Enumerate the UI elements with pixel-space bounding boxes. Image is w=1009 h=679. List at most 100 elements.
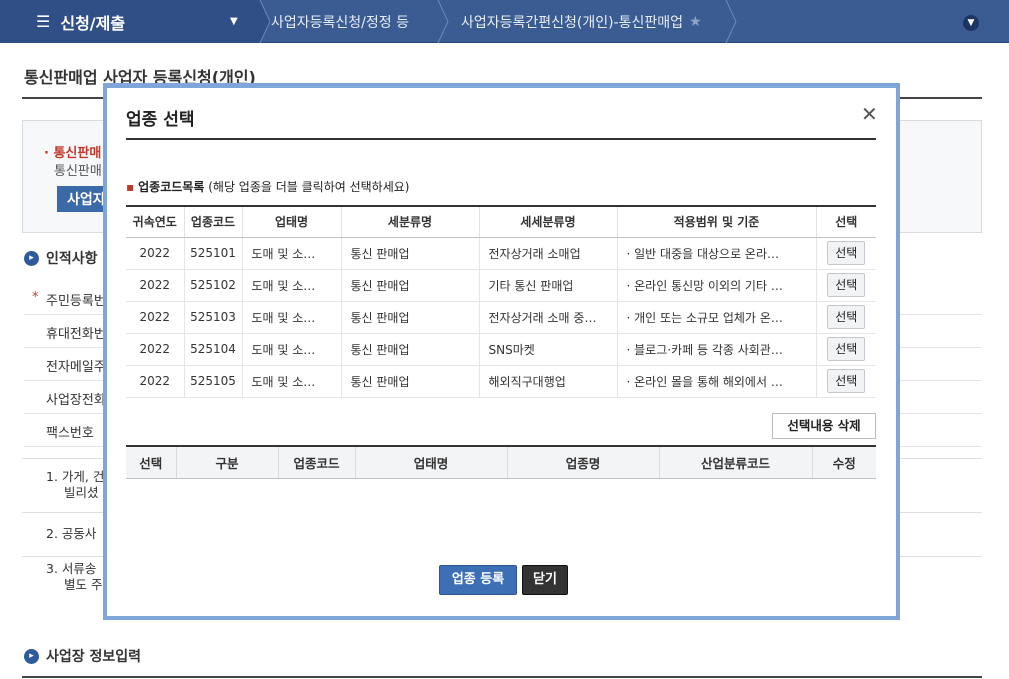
arrow-circle-icon: ▸ bbox=[24, 648, 39, 664]
cell-code: 525102 bbox=[183, 269, 242, 302]
column-header: 선택 bbox=[815, 206, 876, 238]
hamburger-icon: ☰ bbox=[36, 12, 51, 31]
breadcrumb-item[interactable]: 사업자등록신청/정정 등 bbox=[271, 0, 409, 43]
required-mark: * bbox=[32, 290, 39, 305]
cell-subsub: 해외직구대행업 bbox=[478, 365, 617, 398]
chevron-down-icon[interactable]: ▼ bbox=[963, 15, 979, 31]
section-title: 사업장 정보입력 bbox=[46, 649, 142, 665]
select-button[interactable]: 선택 bbox=[827, 369, 866, 393]
table-header-row: 귀속연도 업종코드 업태명 세분류명 세세분류명 적용범위 및 기준 선택 bbox=[126, 206, 876, 238]
caret-down-icon: ▼ bbox=[230, 16, 238, 27]
cell-type: 도매 및 소… bbox=[241, 301, 341, 334]
cell-type: 도매 및 소… bbox=[241, 237, 341, 270]
cell-type: 도매 및 소… bbox=[241, 365, 341, 398]
menu-dropdown[interactable]: ☰ 신청/제출 ▼ bbox=[0, 0, 252, 43]
cell-subsub: 기타 통신 판매업 bbox=[478, 269, 617, 302]
column-header: 구분 bbox=[175, 446, 278, 479]
table-row[interactable]: 2022 525103 도매 및 소… 통신 판매업 전자상거래 소매 중… ·… bbox=[126, 301, 876, 334]
close-icon[interactable]: ✕ bbox=[861, 104, 878, 124]
breadcrumb-item-current[interactable]: 사업자등록간편신청(개인)-통신판매업 ★ bbox=[461, 0, 702, 43]
table-row[interactable]: 2022 525101 도매 및 소… 통신 판매업 전자상거래 소매업 · 일… bbox=[126, 237, 876, 270]
table-row[interactable]: 2022 525105 도매 및 소… 통신 판매업 해외직구대행업 · 온라인… bbox=[126, 365, 876, 398]
section-personal: ▸ 인적사항 bbox=[24, 248, 98, 268]
select-button[interactable]: 선택 bbox=[827, 241, 866, 265]
industry-code-table: 귀속연도 업종코드 업태명 세분류명 세세분류명 적용범위 및 기준 선택 20… bbox=[126, 205, 876, 398]
table-header-row: 선택 구분 업종코드 업태명 업종명 산업분류코드 수정 bbox=[126, 446, 876, 479]
guide-item: 3. 서류송 bbox=[46, 561, 97, 576]
field-label: 사업장전화 bbox=[46, 393, 106, 408]
column-header: 적용범위 및 기준 bbox=[616, 206, 816, 238]
cell-code: 525101 bbox=[183, 237, 242, 270]
favorite-star-icon[interactable]: ★ bbox=[689, 14, 702, 30]
arrow-circle-icon: ▸ bbox=[24, 250, 39, 266]
cell-scope: · 일반 대중을 대상으로 온라… bbox=[616, 237, 816, 270]
column-header: 세세분류명 bbox=[478, 206, 617, 238]
cell-sub: 통신 판매업 bbox=[340, 301, 479, 334]
cell-year: 2022 bbox=[126, 365, 184, 398]
column-header: 세분류명 bbox=[340, 206, 479, 238]
table-row[interactable]: 2022 525102 도매 및 소… 통신 판매업 기타 통신 판매업 · 온… bbox=[126, 269, 876, 302]
cell-type: 도매 및 소… bbox=[241, 269, 341, 302]
delete-selection-button[interactable]: 선택내용 삭제 bbox=[772, 413, 876, 439]
selected-industry-table: 선택 구분 업종코드 업태명 업종명 산업분류코드 수정 bbox=[126, 445, 876, 479]
section-title: 업종코드목록 bbox=[138, 180, 205, 194]
table-row[interactable]: 2022 525104 도매 및 소… 통신 판매업 SNS마켓 · 블로그·카… bbox=[126, 333, 876, 366]
cell-sub: 통신 판매업 bbox=[340, 269, 479, 302]
guide-item: 1. 가게, 건 bbox=[46, 469, 105, 484]
cell-select: 선택 bbox=[815, 269, 876, 302]
select-button[interactable]: 선택 bbox=[827, 273, 866, 297]
cell-year: 2022 bbox=[126, 301, 184, 334]
cell-year: 2022 bbox=[126, 333, 184, 366]
section-title: 인적사항 bbox=[46, 251, 98, 267]
close-button[interactable]: 닫기 bbox=[522, 565, 568, 595]
guide-item: 빌리셨 bbox=[64, 485, 99, 500]
modal-title: 업종 선택 bbox=[126, 110, 195, 130]
column-header: 산업분류코드 bbox=[658, 446, 812, 479]
column-header: 업태명 bbox=[241, 206, 341, 238]
cell-code: 525105 bbox=[183, 365, 242, 398]
section-label: ▪ 업종코드목록 (해당 업종을 더블 클릭하여 선택하세요) bbox=[126, 178, 409, 195]
cell-select: 선택 bbox=[815, 333, 876, 366]
cell-subsub: 전자상거래 소매업 bbox=[478, 237, 617, 270]
bullet-icon: ▪ bbox=[126, 180, 135, 194]
column-header: 업태명 bbox=[354, 446, 507, 479]
cell-select: 선택 bbox=[815, 301, 876, 334]
divider bbox=[22, 676, 982, 678]
divider bbox=[126, 138, 876, 140]
select-button[interactable]: 선택 bbox=[827, 305, 866, 329]
field-label: 휴대전화번 bbox=[46, 327, 106, 342]
cell-scope: · 개인 또는 소규모 업체가 온… bbox=[616, 301, 816, 334]
field-label: 전자메일주 bbox=[46, 360, 106, 375]
cell-year: 2022 bbox=[126, 237, 184, 270]
cell-scope: · 온라인 통신망 이외의 기타 … bbox=[616, 269, 816, 302]
field-label: 팩스번호 bbox=[46, 426, 94, 441]
notice-title: · 통신판매 bbox=[44, 146, 102, 161]
top-navigation: ☰ 신청/제출 ▼ 사업자등록신청/정정 등 사업자등록간편신청(개인)-통신판… bbox=[0, 0, 1009, 43]
cell-subsub: SNS마켓 bbox=[478, 333, 617, 366]
column-header: 귀속연도 bbox=[126, 206, 184, 238]
breadcrumb-label: 사업자등록간편신청(개인)-통신판매업 bbox=[461, 14, 684, 31]
cell-sub: 통신 판매업 bbox=[340, 365, 479, 398]
guide-item: 별도 주 bbox=[64, 577, 103, 592]
breadcrumb-separator bbox=[252, 0, 270, 43]
register-industry-button[interactable]: 업종 등록 bbox=[439, 565, 517, 595]
section-business: ▸ 사업장 정보입력 bbox=[24, 646, 141, 666]
column-header: 업종명 bbox=[506, 446, 659, 479]
select-button[interactable]: 선택 bbox=[827, 337, 866, 361]
cell-select: 선택 bbox=[815, 365, 876, 398]
column-header: 수정 bbox=[811, 446, 876, 479]
column-header: 업종코드 bbox=[183, 206, 242, 238]
industry-select-modal: 업종 선택 ✕ ▪ 업종코드목록 (해당 업종을 더블 클릭하여 선택하세요) 귀… bbox=[107, 88, 896, 616]
cell-code: 525103 bbox=[183, 301, 242, 334]
cell-type: 도매 및 소… bbox=[241, 333, 341, 366]
guide-item: 2. 공동사 bbox=[46, 526, 97, 541]
cell-year: 2022 bbox=[126, 269, 184, 302]
breadcrumb-label: 사업자등록신청/정정 등 bbox=[271, 14, 409, 31]
notice-text: 통신판매 bbox=[54, 164, 102, 179]
column-header: 업종코드 bbox=[277, 446, 355, 479]
cell-scope: · 블로그·카페 등 각종 사회관… bbox=[616, 333, 816, 366]
cell-code: 525104 bbox=[183, 333, 242, 366]
field-label: 주민등록번 bbox=[46, 294, 106, 309]
breadcrumb-separator bbox=[724, 0, 742, 43]
cell-sub: 통신 판매업 bbox=[340, 237, 479, 270]
